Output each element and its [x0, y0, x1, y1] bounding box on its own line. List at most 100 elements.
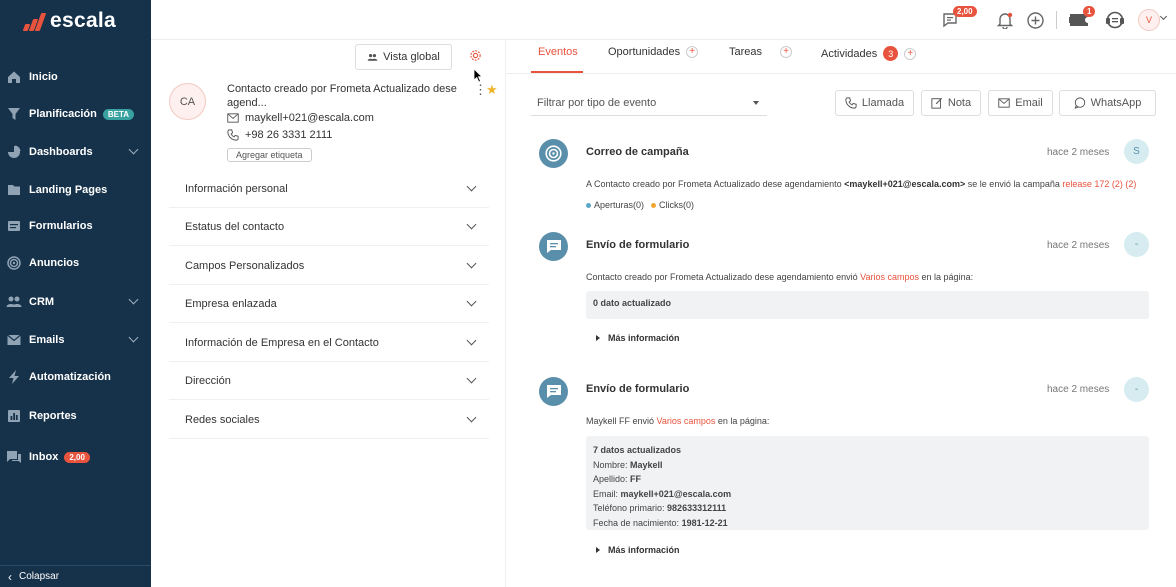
chevron-down-icon	[128, 144, 139, 155]
notifications-button[interactable]	[995, 10, 1015, 30]
filter-placeholder: Filtrar por tipo de evento	[537, 96, 657, 109]
sidebar-item-landing-pages[interactable]: Landing Pages	[0, 175, 151, 205]
sidebar-item-reportes[interactable]: Reportes	[0, 401, 151, 431]
vista-global-label: Vista global	[383, 51, 440, 63]
contact-name: Contacto creado por Frometa Actualizado …	[227, 83, 457, 109]
sidebar-item-inbox[interactable]: Inbox 2,00	[0, 442, 151, 472]
more-label: Más información	[608, 545, 680, 555]
mail-icon	[6, 332, 22, 348]
sidebar-item-label: Automatización	[29, 371, 111, 383]
section-campos-personalizados[interactable]: Campos Personalizados	[169, 247, 489, 285]
mas-informacion-toggle[interactable]: Más información	[596, 545, 680, 555]
sidebar-item-label: Landing Pages	[29, 184, 108, 196]
add-actividad-icon[interactable]: +	[904, 47, 917, 60]
topbar: 2,00 1 V	[151, 0, 1176, 40]
phone-icon	[227, 129, 239, 141]
home-icon	[6, 69, 22, 85]
contact-panel: Vista global CA Contacto creado por From…	[151, 40, 506, 587]
sidebar-item-crm[interactable]: CRM	[0, 287, 151, 317]
field-value: 982633312111	[667, 503, 727, 514]
actividades-count: 3	[883, 46, 899, 61]
section-redes-sociales[interactable]: Redes sociales	[169, 401, 489, 439]
varios-campos-link[interactable]: Varios campos	[657, 416, 716, 426]
tab-divider	[506, 73, 1176, 74]
sidebar-item-formularios[interactable]: Formularios	[0, 211, 151, 241]
section-info-empresa[interactable]: Información de Empresa en el Contacto	[169, 324, 489, 362]
chart-icon	[6, 408, 22, 424]
event-time: hace 2 meses	[1047, 147, 1110, 158]
event-text-post: en la página:	[715, 416, 770, 426]
campaign-link[interactable]: release 172 (2) (2)	[1062, 179, 1136, 189]
nota-button[interactable]: Nota	[921, 90, 981, 116]
section-empresa-enlazada[interactable]: Empresa enlazada	[169, 285, 489, 323]
contact-email[interactable]: maykell+021@escala.com	[245, 112, 374, 124]
section-label: Campos Personalizados	[185, 259, 305, 272]
chevron-down-icon	[466, 219, 477, 230]
chevron-down-icon[interactable]	[1159, 12, 1168, 21]
user-avatar[interactable]: V	[1138, 9, 1160, 31]
event-title: Correo de campaña	[586, 146, 689, 158]
section-direccion[interactable]: Dirección	[169, 362, 489, 400]
section-informacion-personal[interactable]: Información personal	[169, 170, 489, 208]
lightning-icon	[6, 369, 22, 385]
caret-down-icon	[753, 101, 759, 105]
favorite-star-icon[interactable]: ★	[486, 82, 498, 98]
section-label: Información personal	[185, 182, 288, 195]
whatsapp-button[interactable]: WhatsApp	[1059, 90, 1156, 116]
email-button[interactable]: Email	[988, 90, 1053, 116]
help-chat-button[interactable]	[1105, 10, 1125, 30]
sidebar: escala Inicio Planificación BETA Dashboa…	[0, 0, 151, 587]
sidebar-item-dashboards[interactable]: Dashboards	[0, 137, 151, 167]
tab-label: Oportunidades	[608, 46, 681, 58]
varios-campos-link[interactable]: Varios campos	[860, 272, 919, 282]
add-tag-button[interactable]: Agregar etiqueta	[227, 148, 312, 162]
event-description: Maykell FF envió Varios campos en la pág…	[586, 416, 769, 426]
support-ticket-button[interactable]: 1	[1069, 6, 1096, 30]
add-button[interactable]	[1025, 10, 1045, 30]
beta-badge: BETA	[102, 108, 135, 120]
field-row: Apellido: FF	[593, 472, 1142, 487]
contact-phone[interactable]: +98 26 3331 2111	[245, 129, 332, 141]
mail-icon	[227, 113, 239, 123]
sidebar-item-anuncios[interactable]: Anuncios	[0, 248, 151, 278]
vista-global-button[interactable]: Vista global	[355, 44, 452, 70]
event-type-filter[interactable]: Filtrar por tipo de evento	[531, 90, 767, 116]
whatsapp-label: WhatsApp	[1090, 97, 1142, 109]
mas-informacion-toggle[interactable]: Más información	[596, 333, 680, 343]
escala-logo[interactable]: escala	[22, 9, 116, 33]
sidebar-item-inicio[interactable]: Inicio	[0, 62, 151, 92]
event-time: hace 2 meses	[1047, 240, 1110, 251]
tab-actividades[interactable]: Actividades 3 +	[821, 46, 917, 61]
event-user-initial: -	[1134, 384, 1139, 395]
inbox-icon	[6, 449, 22, 465]
caret-right-icon	[596, 547, 600, 553]
field-row: Fecha de nacimiento: 1981-12-21	[593, 516, 1142, 531]
aperturas-count: Aperturas(0)	[594, 200, 645, 210]
tab-tareas[interactable]: Tareas +	[729, 46, 793, 58]
email-label: Email	[1015, 97, 1043, 109]
tab-eventos[interactable]: Eventos	[538, 46, 578, 58]
tab-oportunidades[interactable]: Oportunidades +	[608, 46, 699, 58]
add-oportunidad-icon[interactable]: +	[686, 46, 699, 58]
add-tarea-icon[interactable]: +	[780, 46, 793, 58]
bell-icon	[997, 12, 1013, 29]
sidebar-item-planificacion[interactable]: Planificación BETA	[0, 99, 151, 129]
collapse-sidebar-button[interactable]: ‹ Colapsar	[0, 565, 151, 587]
event-text-post: en la página:	[919, 272, 974, 282]
section-estatus-contacto[interactable]: Estatus del contacto	[169, 208, 489, 246]
event-title: Envío de formulario	[586, 239, 690, 251]
chevron-down-icon	[128, 294, 139, 305]
chat-button[interactable]: 2,00	[941, 6, 977, 30]
sidebar-item-emails[interactable]: Emails	[0, 325, 151, 355]
settings-button[interactable]	[469, 49, 482, 67]
event-time: hace 2 meses	[1047, 384, 1110, 395]
note-edit-icon	[931, 97, 942, 109]
contact-phone-row: +98 26 3331 2111	[227, 129, 332, 141]
clicks-dot	[651, 203, 657, 209]
event-user-avatar: -	[1124, 377, 1149, 402]
notify-badge: 1	[1083, 6, 1096, 17]
event-title: Envío de formulario	[586, 383, 690, 395]
sidebar-item-automatizacion[interactable]: Automatización	[0, 362, 151, 392]
pie-chart-icon	[6, 144, 22, 160]
llamada-button[interactable]: Llamada	[835, 90, 914, 116]
